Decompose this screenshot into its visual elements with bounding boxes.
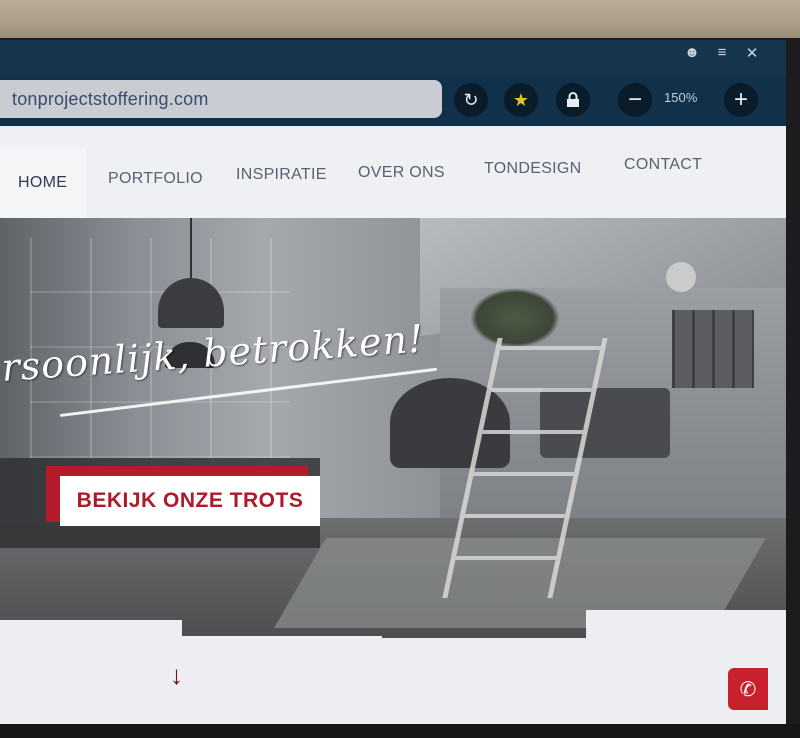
hero-banner: rsoonlijk, betrokken! BEKIJK ONZE TROTS xyxy=(0,218,786,638)
window-controls: ☻ ≡ ✕ xyxy=(684,44,760,62)
reload-icon[interactable]: ↻ xyxy=(454,83,488,117)
browser-window: ☻ ≡ ✕ tonprojectstoffering.com ↻ ★ − 150… xyxy=(0,40,786,730)
phone-icon[interactable]: ✆ xyxy=(728,668,768,710)
page-lower-section xyxy=(0,638,786,730)
nav-inspiratie[interactable]: INSPIRATIE xyxy=(236,166,327,184)
user-icon[interactable]: ☻ xyxy=(684,44,700,62)
hero-photo-shelf xyxy=(672,310,754,388)
address-bar[interactable]: tonprojectstoffering.com xyxy=(0,80,442,118)
nav-over-ons[interactable]: OVER ONS xyxy=(358,164,445,182)
hero-photo-lamp-cord xyxy=(190,218,192,280)
url-text: tonprojectstoffering.com xyxy=(12,88,209,109)
star-icon[interactable]: ★ xyxy=(504,83,538,117)
browser-toolbar: tonprojectstoffering.com ↻ ★ − 150% + xyxy=(0,74,786,126)
monitor-bezel-bottom xyxy=(0,724,800,738)
nav-portfolio[interactable]: PORTFOLIO xyxy=(108,170,203,188)
zoom-out-icon[interactable]: − xyxy=(618,83,652,117)
lock-icon[interactable] xyxy=(556,83,590,117)
hero-photo-clock xyxy=(666,262,696,292)
close-icon[interactable]: ✕ xyxy=(744,44,760,62)
title-bar: ☻ ≡ ✕ xyxy=(0,40,786,74)
web-page: HOME PORTFOLIO INSPIRATIE OVER ONS TONDE… xyxy=(0,126,786,730)
zoom-level: 150% xyxy=(664,90,698,105)
nav-home[interactable]: HOME xyxy=(18,174,67,192)
menu-icon[interactable]: ≡ xyxy=(714,44,730,62)
background-wall xyxy=(0,0,800,44)
nav-contact[interactable]: CONTACT xyxy=(624,156,702,174)
zoom-in-icon[interactable]: + xyxy=(724,83,758,117)
site-navigation: HOME PORTFOLIO INSPIRATIE OVER ONS TONDE… xyxy=(0,126,786,228)
scroll-down-arrow-icon[interactable]: ↓ xyxy=(170,660,183,691)
nav-tondesign[interactable]: TONDESIGN xyxy=(484,160,582,178)
cta-button[interactable]: BEKIJK ONZE TROTS xyxy=(60,476,320,526)
